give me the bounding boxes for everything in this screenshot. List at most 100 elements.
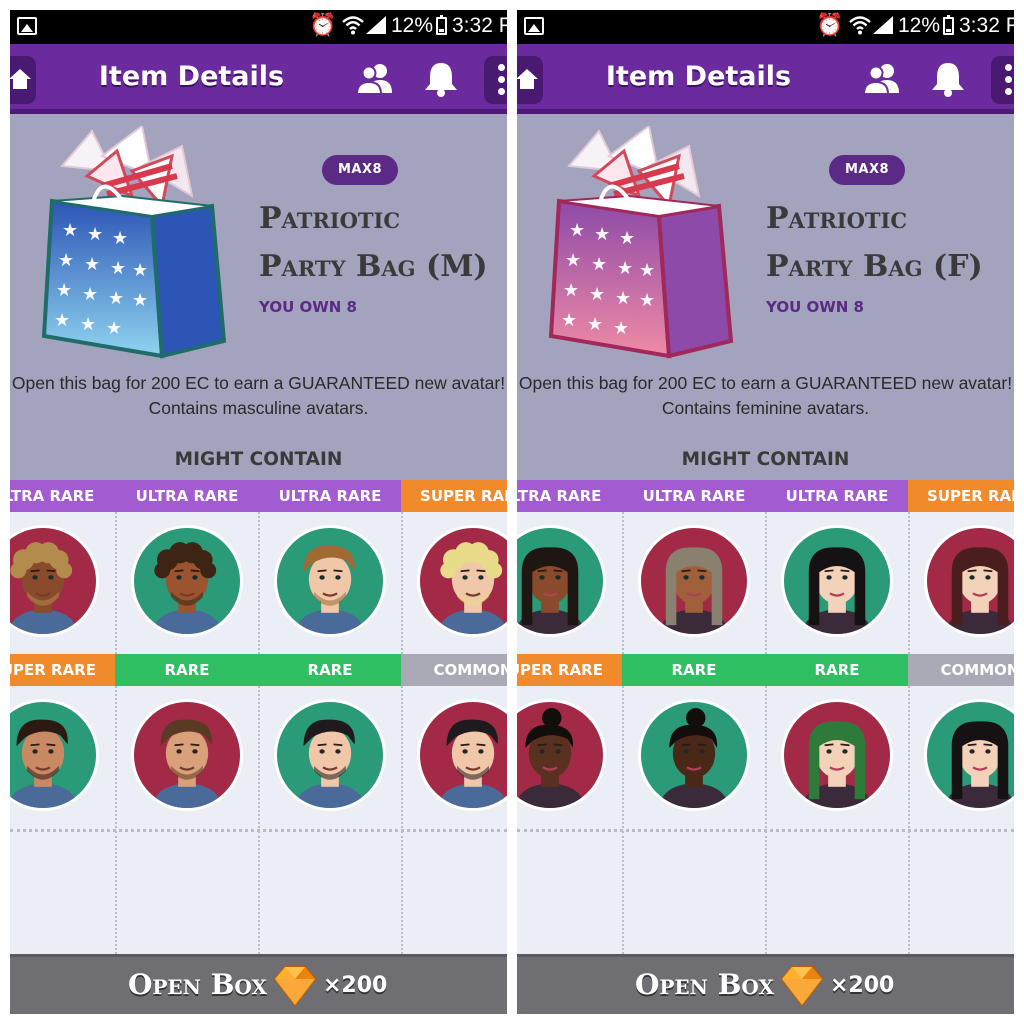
- svg-text:★: ★: [110, 258, 126, 279]
- svg-text:★: ★: [108, 288, 124, 309]
- svg-text:★: ★: [613, 318, 629, 339]
- svg-text:★: ★: [54, 310, 70, 331]
- rarity-label: ULTRA RARE: [517, 480, 622, 512]
- empty-rewards-row: [517, 831, 1014, 954]
- avatar-cell[interactable]: ULTRA RARE: [258, 480, 402, 654]
- grid-divider: [622, 686, 624, 828]
- status-bar: ⏰ 12% 3:32 P: [10, 10, 507, 44]
- open-box-label: Open Box: [635, 968, 774, 1001]
- svg-text:★: ★: [594, 224, 610, 245]
- price-label: ×200: [323, 973, 388, 998]
- friends-icon[interactable]: [862, 61, 902, 97]
- friends-icon[interactable]: [355, 61, 395, 97]
- rarity-label: RARE: [765, 654, 909, 686]
- avatar-cell[interactable]: RARE: [115, 654, 259, 828]
- open-box-label: Open Box: [128, 968, 267, 1001]
- rarity-label: RARE: [258, 654, 402, 686]
- empty-rewards-row: [10, 831, 507, 954]
- alarm-icon: ⏰: [309, 13, 337, 38]
- right-screen-panel: ⏰ 12% 3:32 P Item Details ★ ★ ★ ★ ★ ★ ★ …: [517, 10, 1014, 1014]
- rewards-grid: ULTRA RARE ULTRA RARE ULTRA RARE SUPER R…: [517, 480, 1014, 954]
- avatar-cell[interactable]: SUPER RARE: [10, 654, 115, 828]
- svg-text:★: ★: [615, 288, 631, 309]
- svg-text:★: ★: [84, 254, 100, 275]
- svg-text:★: ★: [58, 250, 74, 271]
- party-bag-icon: ★ ★ ★ ★ ★ ★ ★ ★ ★ ★ ★ ★ ★ ★: [41, 126, 227, 359]
- grid-divider: [401, 686, 403, 828]
- orange-gem-icon: [273, 966, 317, 1007]
- rarity-label: COMMON: [401, 654, 507, 686]
- avatar-cell[interactable]: COMMON: [908, 654, 1014, 828]
- avatar-cell[interactable]: RARE: [765, 654, 909, 828]
- signal-icon: [873, 16, 893, 34]
- battery-icon: [943, 15, 954, 35]
- avatar-cell[interactable]: SUPER RARE: [908, 480, 1014, 654]
- avatar-cell[interactable]: ULTRA RARE: [622, 480, 766, 654]
- orange-gem-icon: [780, 966, 824, 1007]
- bell-icon[interactable]: [423, 60, 459, 98]
- rarity-label: RARE: [622, 654, 766, 686]
- svg-text:★: ★: [563, 280, 579, 301]
- avatar-cell[interactable]: ULTRA RARE: [10, 480, 115, 654]
- svg-text:★: ★: [639, 260, 655, 281]
- grid-divider: [908, 686, 910, 828]
- avatar-portrait: [517, 699, 606, 811]
- item-name: Patriotic Party Bag (F): [766, 195, 1014, 291]
- svg-text:★: ★: [639, 290, 655, 311]
- avatar-cell[interactable]: SUPER RARE: [517, 654, 622, 828]
- avatar-cell[interactable]: SUPER RARE: [401, 480, 507, 654]
- page-title: Item Details: [605, 61, 792, 92]
- svg-text:★: ★: [569, 220, 585, 241]
- rewards-row: ULTRA RARE ULTRA RARE ULTRA RARE SUPER R…: [10, 480, 507, 654]
- item-name-line-2: Party Bag (M): [259, 249, 488, 284]
- avatar-cell[interactable]: ULTRA RARE: [115, 480, 259, 654]
- app-header: Item Details: [517, 44, 1014, 114]
- avatar-portrait: [638, 699, 750, 811]
- svg-text:★: ★: [617, 258, 633, 279]
- svg-text:★: ★: [587, 314, 603, 335]
- avatar-cell[interactable]: RARE: [258, 654, 402, 828]
- svg-text:★: ★: [56, 280, 72, 301]
- grid-divider: [258, 831, 260, 954]
- avatar-cell[interactable]: ULTRA RARE: [517, 480, 622, 654]
- avatar-cell[interactable]: RARE: [622, 654, 766, 828]
- grid-divider: [401, 831, 403, 954]
- gallery-icon: [524, 17, 544, 35]
- might-contain-heading: MIGHT CONTAIN: [174, 449, 343, 470]
- battery-icon: [436, 15, 447, 35]
- battery-percent: 12%: [898, 14, 941, 37]
- clock: 3:32 P: [959, 14, 1014, 37]
- grid-divider: [258, 512, 260, 654]
- menu-button[interactable]: [484, 56, 507, 104]
- rewards-grid: ULTRA RARE ULTRA RARE ULTRA RARE SUPER R…: [10, 480, 507, 954]
- open-box-button[interactable]: Open Box ×200: [10, 954, 507, 1014]
- owned-count: You own 8: [766, 298, 864, 316]
- svg-text:★: ★: [106, 318, 122, 339]
- party-bag-icon: ★ ★ ★ ★ ★ ★ ★ ★ ★ ★ ★ ★ ★ ★: [548, 126, 734, 359]
- avatar-cell[interactable]: COMMON: [401, 654, 507, 828]
- grid-divider: [908, 512, 910, 654]
- max-badge: MAX8: [322, 155, 398, 185]
- avatar-portrait: [781, 699, 893, 811]
- avatar-portrait: [924, 699, 1014, 811]
- rarity-label: ULTRA RARE: [10, 480, 115, 512]
- bell-icon[interactable]: [930, 60, 966, 98]
- menu-button[interactable]: [991, 56, 1014, 104]
- grid-divider: [622, 831, 624, 954]
- open-box-button[interactable]: Open Box ×200: [517, 954, 1014, 1014]
- grid-divider: [115, 512, 117, 654]
- avatar-cell[interactable]: ULTRA RARE: [765, 480, 909, 654]
- rarity-label: COMMON: [908, 654, 1014, 686]
- grid-divider: [622, 512, 624, 654]
- grid-divider: [115, 831, 117, 954]
- svg-text:★: ★: [589, 284, 605, 305]
- item-description: Open this bag for 200 EC to earn a GUARA…: [11, 373, 506, 418]
- might-contain-heading: MIGHT CONTAIN: [681, 449, 850, 470]
- alarm-icon: ⏰: [816, 13, 844, 38]
- avatar-portrait: [274, 525, 386, 637]
- grid-divider: [765, 512, 767, 654]
- svg-text:★: ★: [132, 290, 148, 311]
- avatar-portrait: [924, 525, 1014, 637]
- price-label: ×200: [830, 973, 895, 998]
- status-bar: ⏰ 12% 3:32 P: [517, 10, 1014, 44]
